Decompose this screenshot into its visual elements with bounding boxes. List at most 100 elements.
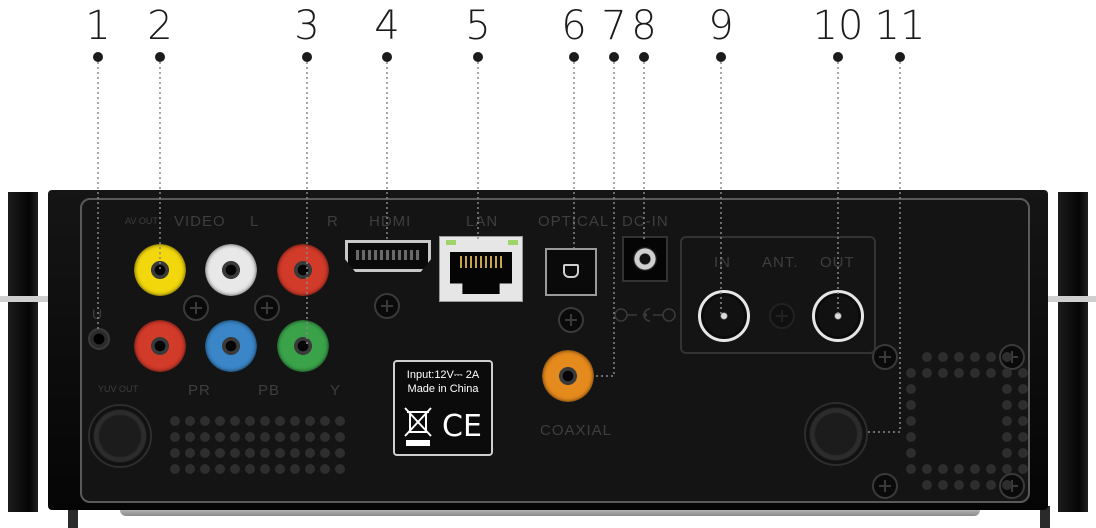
vent-hole <box>1002 480 1012 490</box>
vent-hole <box>200 432 210 442</box>
pb-label: PB <box>258 382 281 399</box>
screw-icon <box>769 303 795 329</box>
vent-hole <box>906 448 916 458</box>
vent-hole <box>1018 448 1028 458</box>
vent-hole <box>922 352 932 362</box>
vent-hole <box>245 416 255 426</box>
screw-icon <box>183 295 209 321</box>
vent-hole <box>215 416 225 426</box>
video-rca-jack-yellow[interactable] <box>134 244 186 296</box>
callout-8: 8 <box>631 3 657 49</box>
vent-hole <box>970 480 980 490</box>
pr-rca-jack-red[interactable] <box>134 320 186 372</box>
vent-hole <box>290 464 300 474</box>
vent-hole <box>1002 384 1012 394</box>
callout-2: 2 <box>147 3 173 49</box>
vent-hole <box>938 480 948 490</box>
vent-hole <box>922 368 932 378</box>
vent-hole <box>305 432 315 442</box>
callout-5: 5 <box>465 3 491 49</box>
vent-hole <box>185 464 195 474</box>
vent-hole <box>986 368 996 378</box>
audio-r-rca-jack-red[interactable] <box>277 244 329 296</box>
vent-hole <box>230 416 240 426</box>
vent-hole <box>200 448 210 458</box>
vent-hole <box>1002 352 1012 362</box>
callout-dot <box>609 52 619 62</box>
coaxial-rca-jack-orange[interactable] <box>542 350 594 402</box>
vent-hole <box>170 416 180 426</box>
y-rca-jack-green[interactable] <box>277 320 329 372</box>
antenna-in-port[interactable] <box>698 290 750 342</box>
callout-dot <box>302 52 312 62</box>
right-side-handle <box>1058 192 1088 296</box>
side-groove <box>0 296 48 302</box>
left-side-handle <box>8 192 38 296</box>
vent-hole <box>906 432 916 442</box>
y-label: Y <box>330 382 342 399</box>
screw-icon <box>872 473 898 499</box>
vent-hole <box>260 432 270 442</box>
vent-hole <box>1018 464 1028 474</box>
vent-hole <box>1002 368 1012 378</box>
pb-rca-jack-blue[interactable] <box>205 320 257 372</box>
dc-polarity-icon <box>614 308 676 322</box>
antenna-out-port[interactable] <box>812 290 864 342</box>
vent-hole <box>200 416 210 426</box>
audio-l-rca-jack-white[interactable] <box>205 244 257 296</box>
rating-origin-text: Made in China <box>407 383 479 395</box>
vent-hole <box>230 432 240 442</box>
callout-dot <box>716 52 726 62</box>
vent-hole <box>335 464 345 474</box>
vent-hole <box>260 416 270 426</box>
vent-hole <box>906 400 916 410</box>
vent-hole <box>185 432 195 442</box>
vent-hole <box>1002 448 1012 458</box>
vent-hole <box>906 416 916 426</box>
vent-hole <box>954 352 964 362</box>
callout-dot <box>833 52 843 62</box>
rating-input-text: Input:12V⎓ 2A <box>406 369 480 381</box>
callout-1: 1 <box>85 3 111 49</box>
vent-hole <box>335 432 345 442</box>
right-side-handle <box>1058 302 1088 512</box>
vent-hole <box>245 464 255 474</box>
callout-10: 10 <box>812 3 864 49</box>
vent-hole <box>245 432 255 442</box>
vent-hole <box>906 384 916 394</box>
vent-hole <box>954 464 964 474</box>
screw-icon <box>558 307 584 333</box>
vent-hole <box>986 352 996 362</box>
vent-hole <box>938 352 948 362</box>
lan-pins <box>460 256 502 268</box>
callout-9: 9 <box>708 3 734 49</box>
video-label: VIDEO <box>174 213 226 230</box>
vent-hole <box>320 464 330 474</box>
vent-hole <box>1002 432 1012 442</box>
vent-hole <box>275 432 285 442</box>
vent-hole <box>230 448 240 458</box>
vent-hole <box>922 480 932 490</box>
vent-hole <box>275 416 285 426</box>
ce-mark-icon: CE <box>442 409 482 444</box>
left-side-handle <box>8 302 38 512</box>
vent-hole <box>290 448 300 458</box>
lan-led-left <box>446 240 456 245</box>
vent-hole <box>305 416 315 426</box>
vent-hole <box>970 368 980 378</box>
vent-hole <box>170 448 180 458</box>
vent-hole <box>275 464 285 474</box>
yuv-out-label: YUV OUT <box>98 384 139 394</box>
lan-led-right <box>508 240 518 245</box>
vent-hole <box>954 480 964 490</box>
vent-hole <box>1018 400 1028 410</box>
optical-label: OPTICAL <box>538 213 610 230</box>
side-groove <box>1048 296 1096 302</box>
vent-hole <box>335 416 345 426</box>
reset-pinhole-icon[interactable] <box>88 328 110 350</box>
rubber-foot <box>804 402 868 466</box>
vent-hole <box>245 448 255 458</box>
product-rear-panel-figure: 1 2 3 4 5 6 7 8 9 10 11 AV OUT VIDEO L R… <box>0 0 1096 528</box>
vent-hole <box>922 464 932 474</box>
callout-11: 11 <box>874 3 926 49</box>
